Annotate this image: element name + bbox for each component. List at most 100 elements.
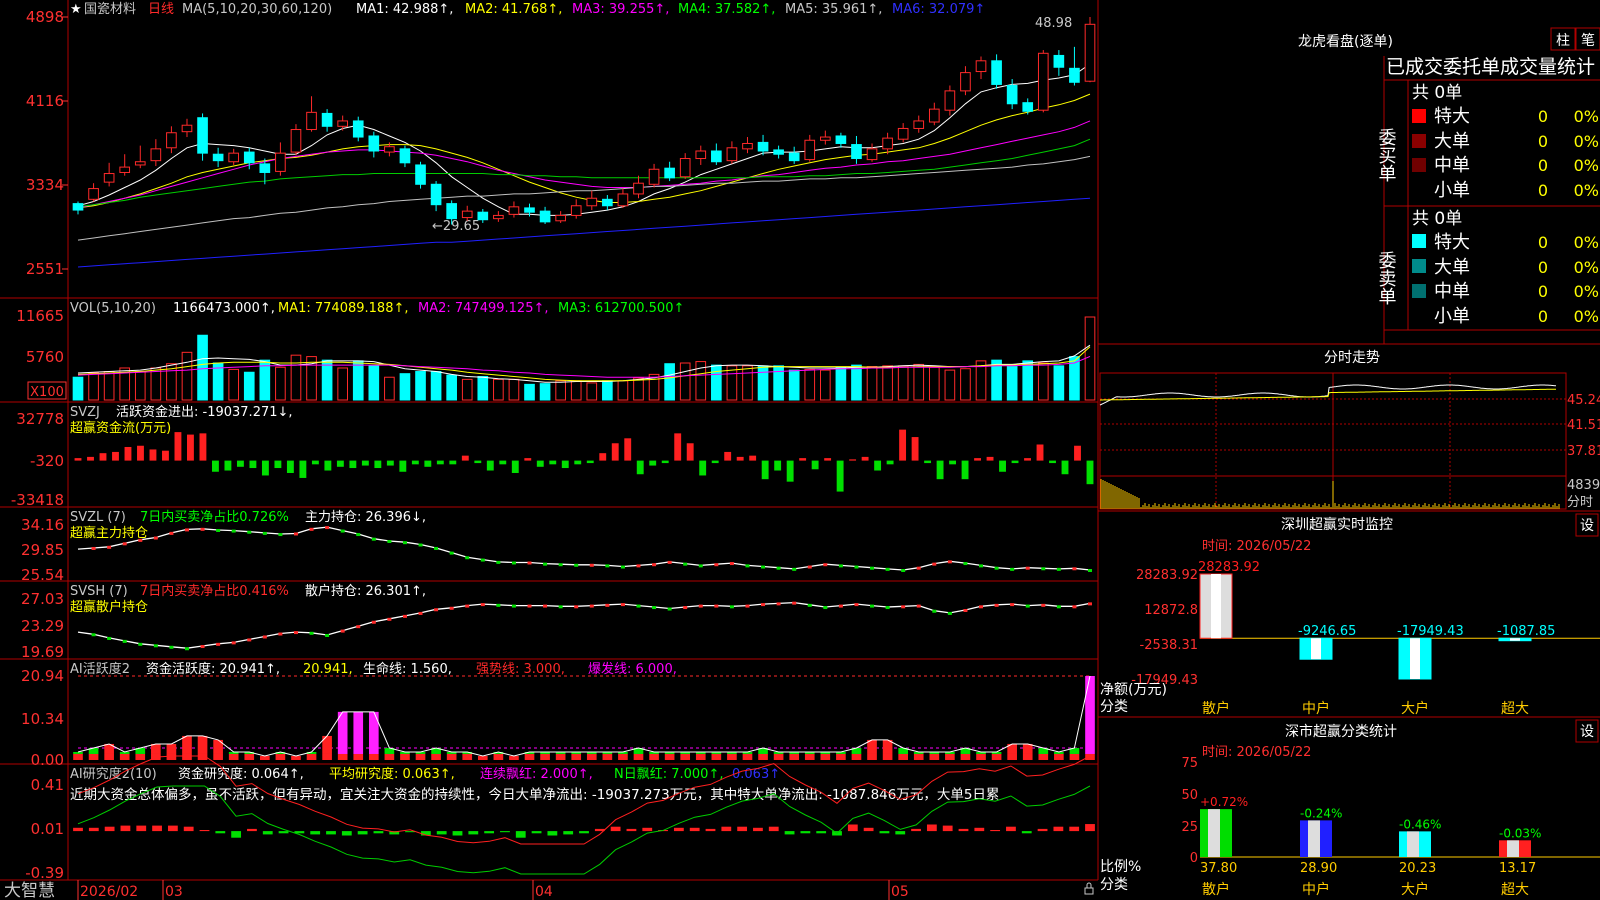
holding-tick [325,634,330,638]
monitor-bar-shine [1311,638,1321,660]
star-icon[interactable]: ★ [70,2,82,17]
holding-tick [496,603,501,607]
candle-body [960,72,971,92]
holding-tick [838,604,843,608]
holding-tick [947,560,952,564]
minute-title: 分时走势 [1324,350,1380,366]
holding-tick [200,645,205,649]
row-pct: 0% [1574,282,1599,301]
fund-flow-bar [374,460,382,469]
fund-flow-bar [624,438,632,461]
holding-tick [543,562,548,566]
candle-body [773,149,784,155]
monitor-category-label: 散户 [1202,700,1230,717]
holding-tick [854,603,859,607]
bar-mode-label: 柱 [1556,33,1570,49]
research-bar [262,831,273,835]
fund-flow-bar [799,458,807,461]
row-pct: 0% [1574,258,1599,277]
research-bar [784,831,795,835]
ai-research-avg: 平均研究度: 0.063↑, [329,766,455,782]
fund-flow-bar [436,460,444,465]
research-bar [247,828,257,832]
fund-flow-bar [724,451,732,461]
holding-tick [309,631,314,635]
candle-body [337,120,349,127]
monitor-title: 深圳超赢实时监控 [1281,516,1393,533]
candle-body [851,144,862,160]
activity-base-bar [742,753,753,760]
research-bar [136,825,147,832]
fund-flow-bar [349,460,357,469]
activity-base-bar [415,753,426,760]
candle-body [415,164,426,185]
swatch-xl-sell [1412,234,1426,248]
holding-tick [916,604,921,608]
ai-research-tick: 0.41 [31,776,64,794]
row-pct: 0% [1574,132,1599,151]
volume-bar [586,382,598,401]
research-bar [563,831,574,835]
fund-flow-bar [187,434,194,461]
class-tick: 0 [1190,851,1198,866]
research-bar [1053,826,1064,832]
candle-body [166,132,177,149]
ma-definition: MA(5,10,20,30,60,120) [182,2,332,17]
swatch-m-sell [1412,284,1426,298]
research-bar [768,826,779,832]
candle-body [555,214,566,222]
activity-base-bar [275,753,286,760]
research-bar [167,825,178,832]
svzj-tick: 32778 [16,410,64,428]
fund-flow-bar [974,458,981,461]
volume-bar [633,377,644,401]
ai2-tick: 10.34 [21,710,64,728]
fund-flow-bar [236,460,244,467]
holding-tick [714,563,719,567]
brand-logo[interactable]: 大智慧 [4,881,55,900]
research-bar [958,828,969,832]
holding-tick [465,604,470,608]
holding-tick [122,542,127,546]
holding-tick [1025,604,1030,608]
fund-flow-bar [861,456,869,461]
activity-base-bar [976,753,986,760]
holding-tick [932,609,937,613]
holding-tick [932,562,937,566]
volume-bar [150,367,162,401]
holding-tick [543,604,548,608]
holding-tick [262,531,267,535]
volume-bar [1037,362,1049,401]
holding-tick [527,604,532,608]
holding-tick [293,631,298,635]
holding-tick [885,567,890,571]
price-header: ★ 国瓷材料 日线 MA(5,10,20,30,60,120) MA1: 42.… [70,2,985,17]
activity-base-bar [1007,753,1017,760]
activity-base-bar [680,753,691,760]
monitor-tick: 12872.8 [1144,603,1198,618]
activity-base-bar [586,753,597,760]
activity-base-bar [571,753,582,760]
svsh-title: 超赢散户持仓 [70,599,148,615]
fund-flow-bar [649,460,657,466]
period-label[interactable]: 日线 [148,2,174,17]
holding-tick [356,533,361,537]
class-tick: 75 [1181,756,1198,771]
volume-bar [664,363,675,401]
research-bar [1006,826,1016,832]
holding-tick [511,604,516,608]
volume-bar [243,371,255,401]
candle-body [461,210,473,219]
activity-bar [182,735,192,754]
candle-body [757,141,769,152]
ai2-activity: 资金活跃度: 20.941↑, [146,661,280,677]
svsh-tick: 19.69 [21,643,64,661]
row-count: 0 [1538,307,1548,326]
candle-body [1069,67,1080,83]
volume-bar [290,354,302,401]
holding-tick [184,528,189,532]
fund-flow-bar [199,433,207,461]
candle-body [477,211,489,221]
row-pct: 0% [1574,107,1599,126]
activity-base-bar [898,753,908,760]
